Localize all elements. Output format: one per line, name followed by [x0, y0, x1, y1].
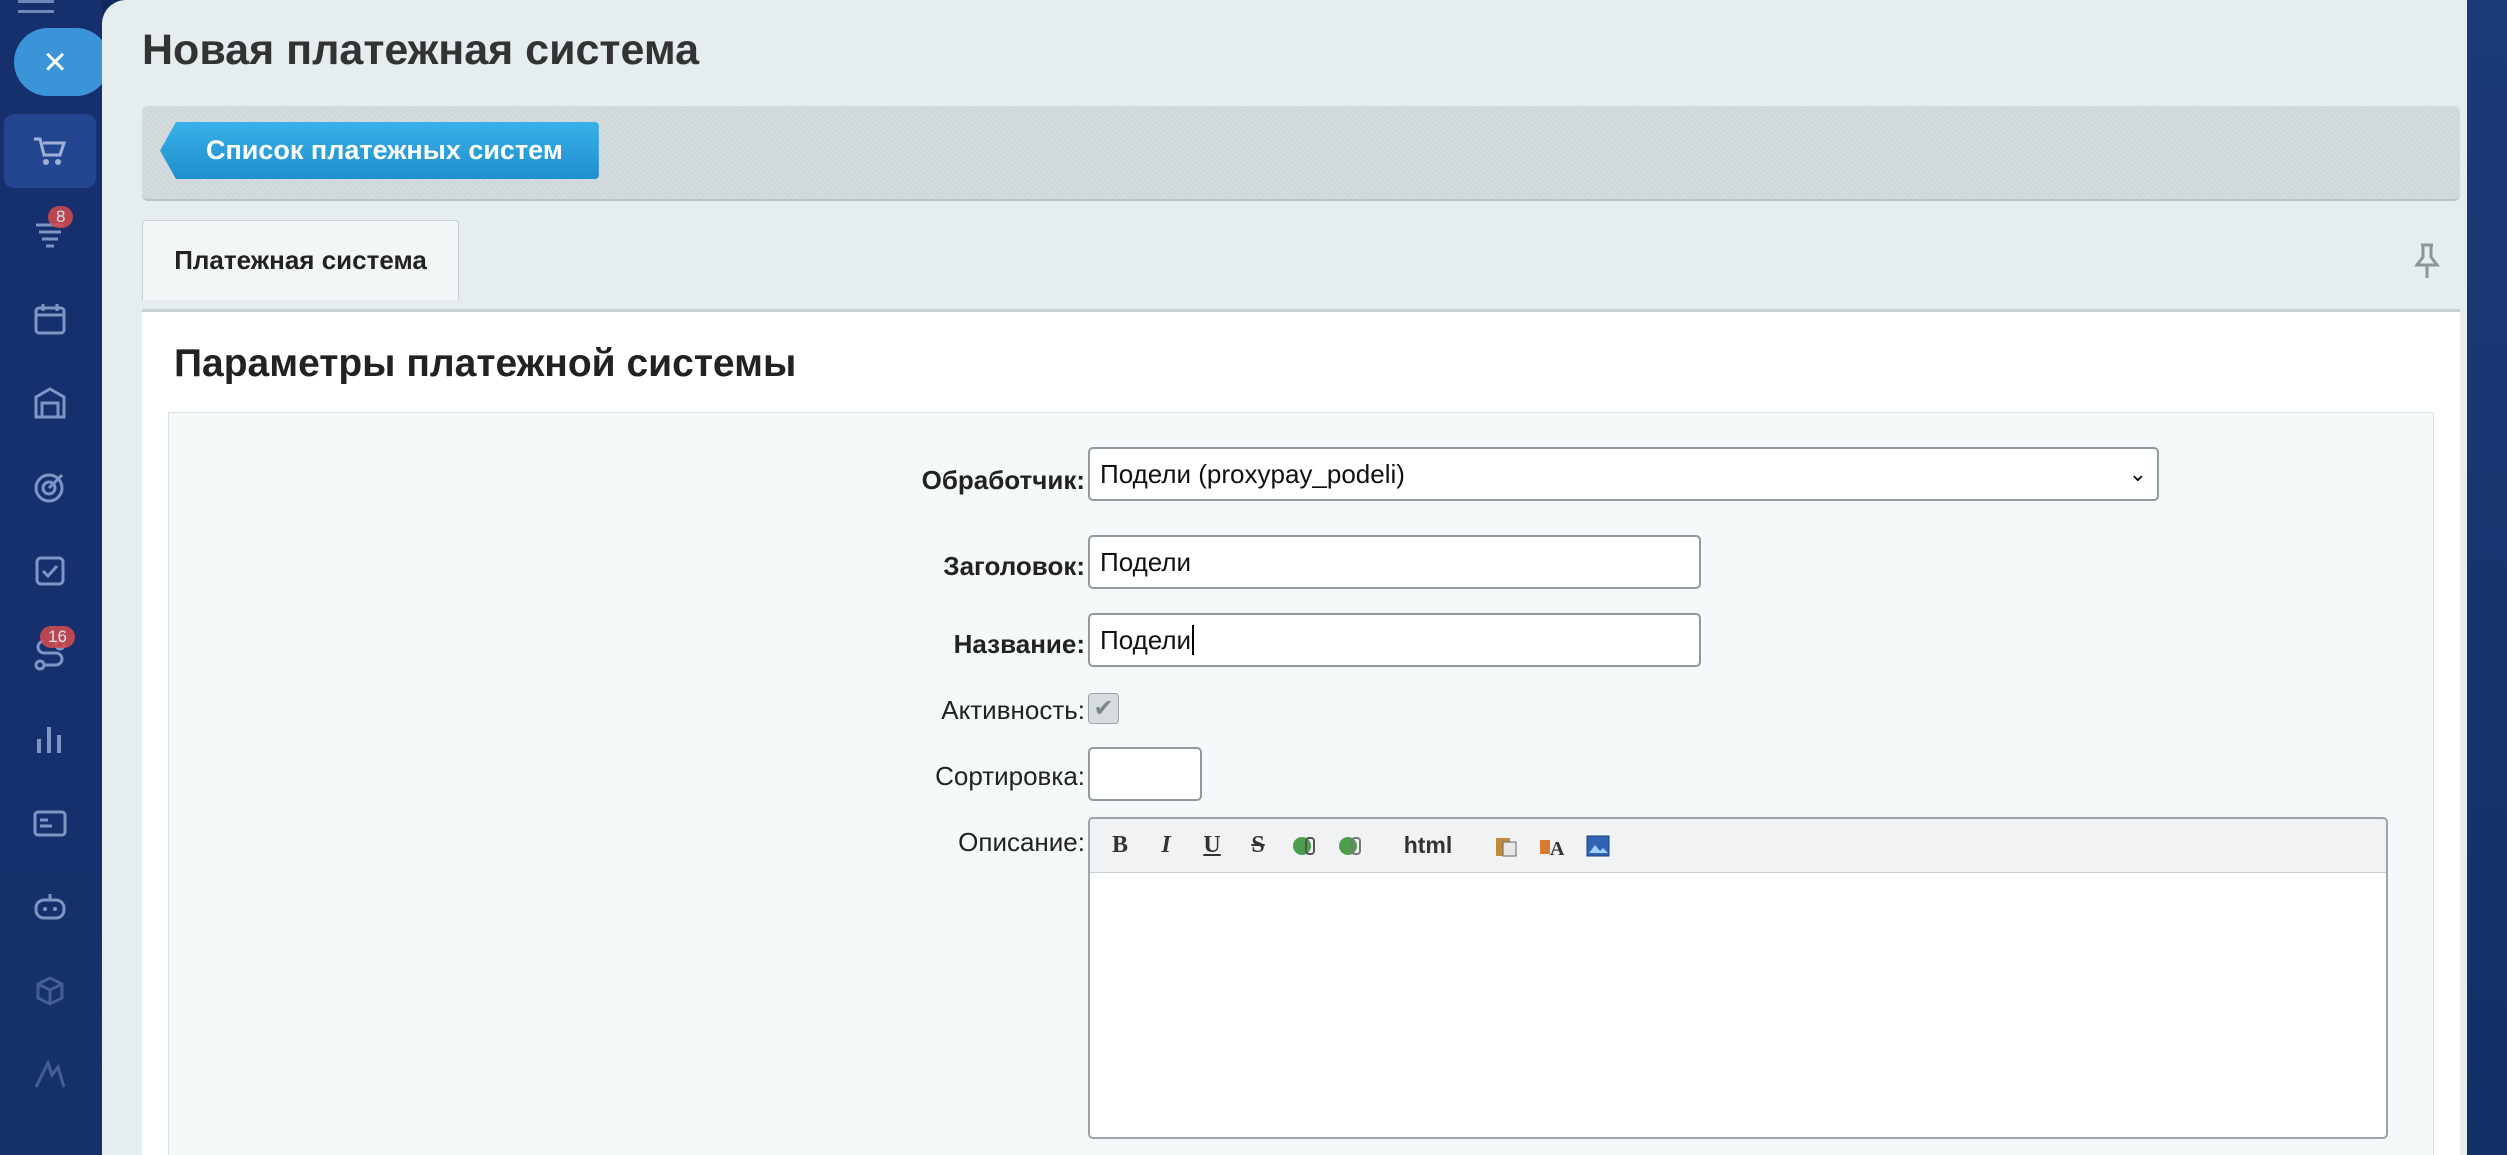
store-icon — [34, 387, 66, 419]
sidebar-item-tasks[interactable] — [4, 534, 96, 608]
sidebar-item-contacts[interactable] — [4, 786, 96, 860]
robot-icon — [34, 894, 66, 920]
clipboard-icon — [1496, 837, 1517, 856]
paste-button[interactable] — [1486, 826, 1526, 866]
page-title: Новая платежная система — [142, 26, 699, 74]
header-input[interactable]: Подели — [1088, 535, 1701, 589]
description-label: Описание: — [958, 827, 1085, 857]
remove-link-button[interactable] — [1330, 826, 1370, 866]
insert-image-button[interactable] — [1578, 826, 1618, 866]
tab-payment-system[interactable]: Платежная система — [142, 220, 459, 300]
sidebar-item-target[interactable] — [4, 450, 96, 524]
header-label: Заголовок: — [943, 551, 1085, 581]
payment-systems-list-button[interactable]: Список платежных систем — [160, 122, 599, 179]
sidebar-item-logo[interactable] — [4, 1038, 96, 1112]
text-caret — [1192, 625, 1195, 655]
editor-toolbar: B I U S html A — [1090, 819, 2386, 873]
sidebar-item-routes[interactable]: 16 — [4, 618, 96, 692]
sidebar-item-funnel[interactable]: 8 — [4, 198, 96, 272]
svg-text:A: A — [1550, 838, 1565, 860]
sidebar-item-box[interactable] — [4, 954, 96, 1028]
calendar-icon — [34, 304, 66, 335]
handler-label: Обработчик: — [921, 465, 1085, 495]
checkbox-icon — [35, 556, 65, 586]
sidebar-item-shop[interactable] — [4, 114, 96, 188]
menu-icon[interactable] — [18, 0, 56, 22]
box-icon — [36, 976, 64, 1006]
bold-button[interactable]: B — [1100, 826, 1140, 866]
pin-icon[interactable] — [2412, 242, 2442, 280]
workflow-badge: 16 — [40, 626, 75, 648]
logo-icon — [34, 1059, 66, 1088]
insert-link-button[interactable] — [1284, 826, 1324, 866]
chevron-down-icon: ⌄ — [2128, 461, 2147, 486]
strikethrough-button[interactable]: S — [1238, 826, 1278, 866]
sidebar-item-analytics[interactable] — [4, 702, 96, 776]
sidebar-item-store[interactable] — [4, 366, 96, 440]
close-button[interactable]: × — [14, 28, 110, 96]
sort-input[interactable] — [1088, 747, 1202, 801]
target-icon — [34, 473, 64, 503]
underline-button[interactable]: U — [1192, 826, 1232, 866]
name-input[interactable]: Подели — [1088, 613, 1701, 667]
tab-bar: Платежная система — [142, 220, 2460, 312]
sort-label: Сортировка: — [935, 761, 1085, 791]
content-area: Параметры платежной системы Обработчик: … — [142, 312, 2460, 1155]
handler-select-value: Подели (proxypay_podeli) — [1100, 458, 1405, 489]
main-panel: Новая платежная система Список платежных… — [102, 0, 2467, 1155]
right-strip — [2467, 0, 2507, 1155]
globe-unlink-icon — [1339, 836, 1361, 855]
toolbar: Список платежных систем — [142, 106, 2460, 201]
chart-icon — [37, 727, 61, 753]
html-mode-button[interactable]: html — [1390, 826, 1466, 866]
font-icon: A — [1540, 838, 1565, 860]
active-label: Активность: — [941, 695, 1085, 725]
cart-icon — [34, 137, 67, 165]
left-sidebar: × 8 16 — [0, 0, 110, 1155]
form-area: Обработчик: Подели (proxypay_podeli) ⌄ З… — [168, 412, 2434, 1155]
font-style-button[interactable]: A — [1532, 826, 1572, 866]
section-title: Параметры платежной системы — [174, 342, 797, 385]
globe-link-icon — [1293, 836, 1315, 855]
check-icon: ✔ — [1093, 695, 1114, 722]
italic-button[interactable]: I — [1146, 826, 1186, 866]
sidebar-item-calendar[interactable] — [4, 282, 96, 356]
id-card-icon — [33, 810, 67, 837]
notification-badge: 8 — [48, 206, 74, 228]
name-label: Название: — [953, 629, 1085, 659]
handler-select[interactable]: Подели (proxypay_podeli) ⌄ — [1088, 447, 2159, 501]
name-input-value: Подели — [1100, 624, 1192, 655]
close-icon: × — [43, 39, 67, 84]
active-checkbox[interactable]: ✔ — [1088, 693, 1119, 724]
description-editor: B I U S html A — [1088, 817, 2388, 1139]
sidebar-item-robot[interactable] — [4, 870, 96, 944]
header-input-value: Подели — [1100, 546, 1192, 577]
image-icon — [1586, 835, 1610, 856]
